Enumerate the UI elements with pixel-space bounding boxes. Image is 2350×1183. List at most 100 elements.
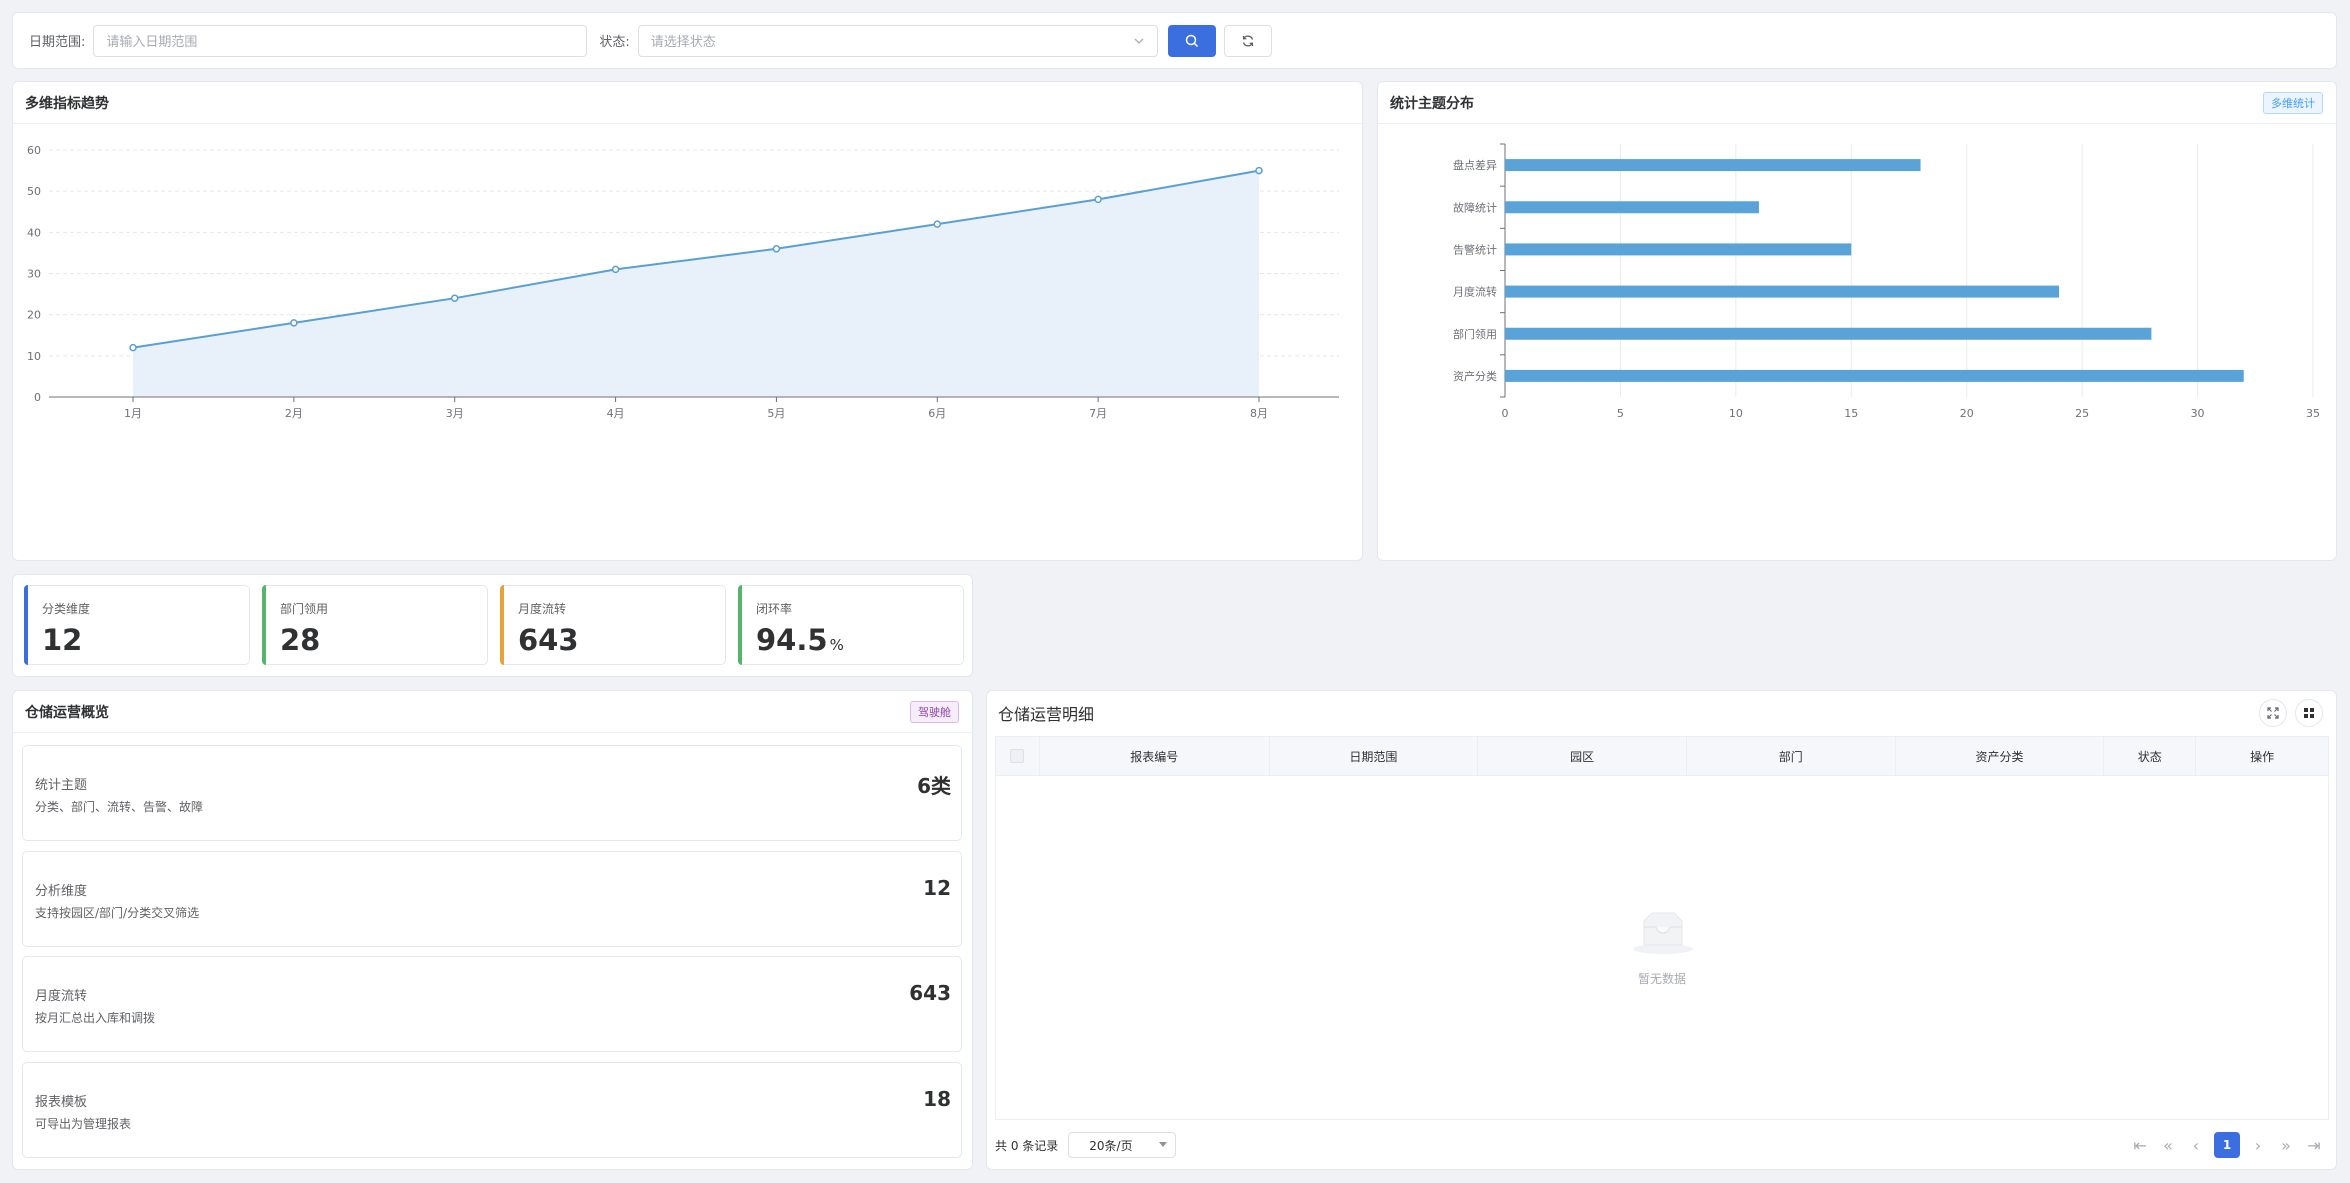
y-tick-label: 盘点差异	[1453, 158, 1497, 172]
bar	[1505, 201, 1759, 214]
x-tick-label: 7月	[1089, 407, 1107, 420]
trend-point	[933, 220, 942, 228]
trend-point	[1094, 195, 1102, 204]
trend-card-title: 多维指标趋势	[25, 95, 109, 112]
search-icon	[1185, 34, 1198, 47]
page-current[interactable]: 1	[2214, 1132, 2240, 1158]
prev-page-icon[interactable]: ‹	[2182, 1136, 2210, 1155]
overview-item-desc: 支持按园区/部门/分类交叉筛选	[35, 906, 200, 920]
bar	[1505, 243, 1852, 256]
status-select[interactable]: 请选择状态	[637, 24, 1158, 57]
date-range-label: 日期范围:	[29, 35, 86, 50]
stats-card: 分类维度 12 部门领用 28 月度流转 643 闭环率 94.5%	[12, 574, 973, 677]
x-tick-label: 20	[1960, 407, 1974, 420]
column-department[interactable]: 部门	[1687, 737, 1896, 775]
y-tick-label: 月度流转	[1453, 285, 1497, 299]
stat-accent	[500, 585, 504, 665]
stat-accent	[738, 585, 742, 665]
select-all-cell	[996, 737, 1040, 775]
page-size-select[interactable]: 20条/页	[1068, 1132, 1177, 1158]
overview-item-title: 分析维度	[35, 884, 88, 899]
overview-item: 月度流转 按月汇总出入库和调拨 643	[22, 956, 962, 1052]
column-asset-category[interactable]: 资产分类	[1896, 737, 2105, 775]
overview-item-desc: 可导出为管理报表	[35, 1117, 132, 1131]
select-all-checkbox[interactable]	[1010, 749, 1025, 763]
column-date-range[interactable]: 日期范围	[1270, 737, 1479, 775]
distribution-card-title: 统计主题分布	[1390, 95, 1474, 112]
table-body: 暂无数据	[995, 776, 2329, 1120]
bar	[1505, 327, 2152, 340]
x-tick-label: 3月	[446, 407, 464, 420]
x-tick-label: 25	[2075, 407, 2089, 420]
y-tick-label: 60	[27, 144, 41, 157]
overview-item-value: 643	[909, 981, 951, 1005]
stat-label: 闭环率	[756, 602, 793, 616]
overview-item-value: 18	[923, 1087, 951, 1111]
stat-value: 643	[518, 623, 579, 657]
stat-monthly: 月度流转 643	[500, 585, 726, 665]
date-range-input[interactable]: 请输入日期范围	[93, 24, 588, 57]
empty-text: 暂无数据	[1637, 972, 1686, 986]
x-tick-label: 5月	[767, 407, 785, 420]
trend-point	[129, 343, 137, 352]
x-tick-label: 30	[2191, 407, 2205, 420]
bar	[1505, 369, 2244, 382]
x-tick-label: 15	[1844, 407, 1858, 420]
x-tick-label: 8月	[1250, 407, 1268, 420]
y-tick-label: 10	[27, 350, 41, 363]
status-label: 状态:	[599, 35, 630, 50]
stat-value: 94.5%	[756, 623, 844, 657]
column-report-no[interactable]: 报表编号	[1040, 737, 1270, 775]
search-button[interactable]	[1167, 24, 1216, 57]
overview-item-desc: 分类、部门、流转、告警、故障	[35, 800, 204, 814]
first-page-icon[interactable]: ⇤	[2126, 1136, 2154, 1155]
trend-point	[772, 245, 781, 253]
last-page-icon[interactable]: ⇥	[2300, 1136, 2328, 1155]
y-tick-label: 20	[27, 309, 41, 322]
stat-accent	[24, 585, 28, 665]
overview-item-desc: 按月汇总出入库和调拨	[35, 1011, 156, 1025]
page-size-value: 20条/页	[1089, 1138, 1133, 1153]
fullscreen-icon	[2267, 707, 2279, 719]
bar	[1505, 159, 1921, 172]
x-tick-label: 6月	[928, 407, 946, 420]
trend-point	[450, 294, 459, 302]
trend-card-header: 多维指标趋势	[13, 82, 1362, 124]
next-group-icon[interactable]: »	[2272, 1136, 2300, 1155]
y-tick-label: 0	[34, 391, 41, 404]
y-tick-label: 故障统计	[1453, 200, 1497, 214]
reset-button[interactable]	[1223, 24, 1272, 57]
empty-box-icon	[1633, 912, 1693, 954]
overview-card: 仓储运营概览 驾驶舱 统计主题 分类、部门、流转、告警、故障 6类 分析维度 支…	[12, 690, 973, 1170]
overview-card-title: 仓储运营概览	[25, 704, 109, 721]
trend-point	[1255, 166, 1263, 175]
table-header: 报表编号 日期范围 园区 部门 资产分类 状态 操作	[995, 736, 2329, 776]
detail-card: 仓储运营明细 报表编号 日期范围 园区 部门 资产分类 状态 操作 暂无数据 共…	[986, 690, 2337, 1170]
grid-icon	[2304, 708, 2314, 718]
column-status[interactable]: 状态	[2104, 737, 2197, 775]
overview-item: 报表模板 可导出为管理报表 18	[22, 1062, 962, 1158]
x-tick-label: 0	[1502, 407, 1509, 420]
status-placeholder: 请选择状态	[650, 35, 716, 50]
pagination: 共 0 条记录 20条/页 ⇤ « ‹ 1 › » ⇥	[995, 1131, 2328, 1159]
stat-label: 月度流转	[518, 602, 567, 616]
layout-button[interactable]	[2295, 699, 2323, 727]
detail-card-header: 仓储运营明细	[987, 691, 2336, 735]
total-records: 共 0 条记录	[995, 1138, 1059, 1153]
x-tick-label: 35	[2306, 407, 2320, 420]
prev-group-icon[interactable]: «	[2154, 1136, 2182, 1155]
refresh-icon	[1242, 35, 1253, 46]
trend-area	[133, 170, 1259, 397]
column-actions[interactable]: 操作	[2196, 737, 2328, 775]
overview-item: 统计主题 分类、部门、流转、告警、故障 6类	[22, 745, 962, 841]
column-park[interactable]: 园区	[1478, 737, 1687, 775]
fullscreen-button[interactable]	[2259, 699, 2287, 727]
overview-item-value: 12	[923, 876, 951, 900]
next-page-icon[interactable]: ›	[2244, 1136, 2272, 1155]
y-tick-label: 30	[27, 268, 41, 281]
stat-value: 12	[42, 623, 83, 657]
date-range-placeholder: 请输入日期范围	[106, 35, 198, 50]
distribution-tag: 多维统计	[2263, 91, 2323, 114]
x-tick-label: 5	[1617, 407, 1624, 420]
x-tick-label: 4月	[607, 407, 625, 420]
